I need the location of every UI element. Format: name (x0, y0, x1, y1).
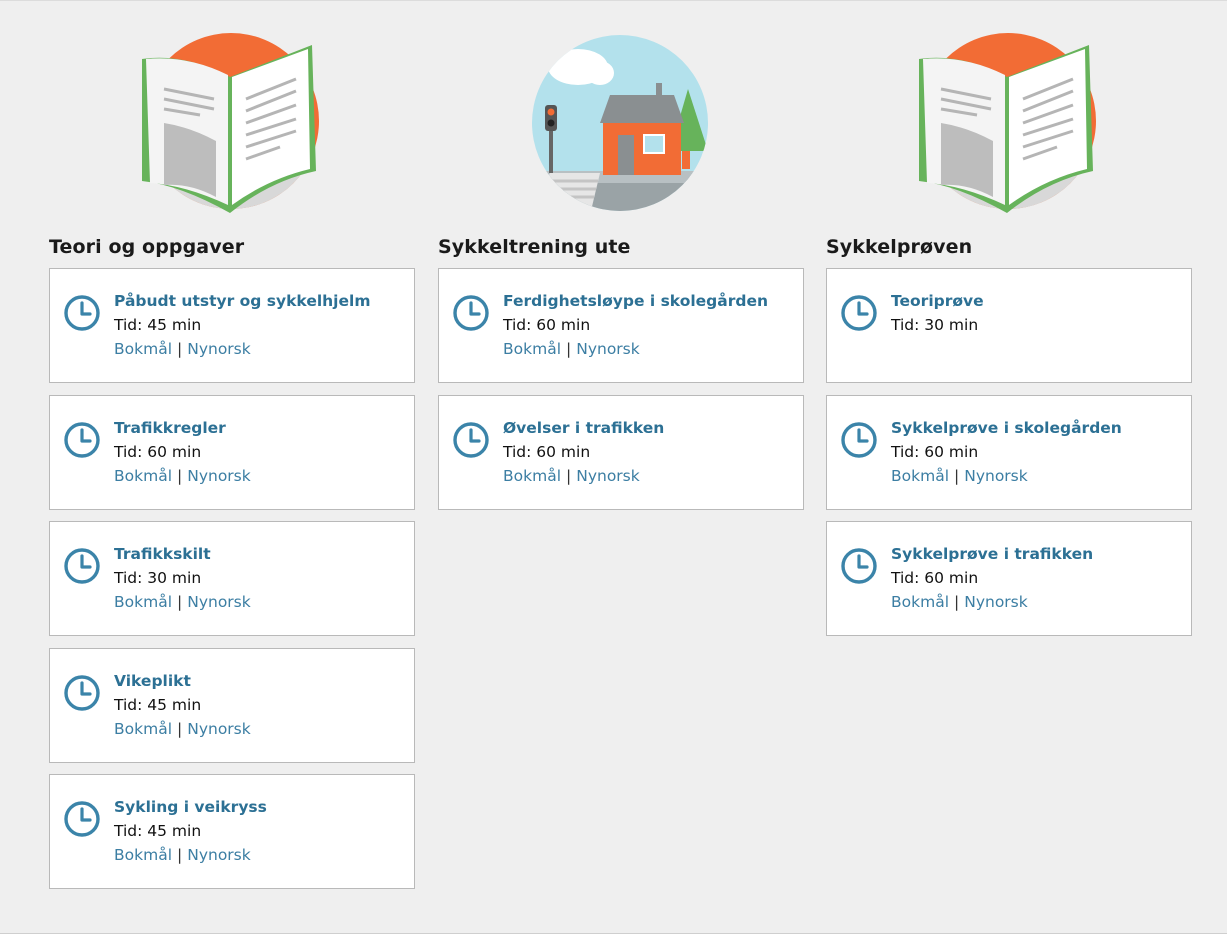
language-link-nynorsk[interactable]: Nynorsk (187, 467, 251, 485)
separator: | (177, 593, 183, 611)
card-text: Sykkelprøve i trafikken Tid: 60 min Bokmål… (891, 542, 1183, 615)
clock-icon (63, 547, 101, 585)
language-links: Bokmål | Nynorsk (891, 464, 1183, 489)
duration-label: Tid: 60 min (114, 442, 202, 461)
card-text: Påbudt utstyr og sykkelhjelm Tid: 45 min B… (114, 289, 406, 362)
activity-title-link[interactable]: Trafikkskilt (114, 542, 406, 566)
clock-icon (63, 421, 101, 459)
duration-label: Tid: 45 min (114, 822, 202, 840)
language-link-bokmal[interactable]: Bokmål (114, 593, 172, 611)
separator: | (177, 846, 183, 864)
separator: | (566, 340, 572, 358)
activity-card: Vikeplikt Tid: 45 min Bokmål | Nynorsk (49, 647, 415, 763)
language-link-nynorsk[interactable]: Nynorsk (964, 467, 1028, 485)
card-text: Vikeplikt Tid: 45 min Bokmål | Nynorsk (114, 669, 406, 742)
card-text: Ferdighetsløype i skolegården Tid: 60 min… (503, 289, 795, 362)
newspaper-illustration (140, 33, 320, 215)
card-text: Sykling i veikryss Tid: 45 min Bokmål | Nyno… (114, 795, 406, 868)
activity-card: Ferdighetsløype i skolegården Tid: 60 min… (438, 268, 804, 383)
clock-icon (840, 547, 878, 585)
house-street-illustration (530, 33, 710, 215)
card-list: Ferdighetsløype i skolegården Tid: 60 min… (438, 268, 804, 521)
separator: | (177, 340, 183, 358)
activity-card: Påbudt utstyr og sykkelhjelm Tid: 45 min B… (49, 268, 415, 383)
activity-card: Øvelser i trafikken Tid: 60 min Bokmål | Nyn… (438, 394, 804, 510)
clock-icon (63, 294, 101, 332)
newspaper-illustration (917, 33, 1097, 215)
language-links: Bokmål | Nynorsk (503, 337, 795, 362)
separator: | (177, 466, 183, 485)
clock-icon (452, 421, 490, 459)
activity-title-link[interactable]: Vikeplikt (114, 669, 406, 693)
language-link-bokmal[interactable]: Bokmål (114, 846, 172, 864)
activity-card: Sykling i veikryss Tid: 45 min Bokmål | Nyno… (49, 774, 415, 889)
language-links: Bokmål | Nynorsk (114, 337, 406, 362)
language-link-nynorsk[interactable]: Nynorsk (576, 467, 640, 485)
section-heading: Sykkelprøven (826, 236, 973, 258)
duration-label: Tid: 45 min (114, 695, 202, 714)
section-heading: Sykkeltrening ute (438, 236, 631, 258)
card-text: Trafikkskilt Tid: 30 min Bokmål | Nynorsk (114, 542, 406, 615)
duration-label: Tid: 30 min (891, 316, 979, 334)
clock-icon (840, 294, 878, 332)
language-links: Bokmål | Nynorsk (503, 464, 795, 489)
card-text: Trafikkregler Tid: 60 min Bokmål | Nynorsk (114, 416, 406, 489)
activity-title-link[interactable]: Sykkelprøve i trafikken (891, 542, 1183, 566)
clock-icon (63, 674, 101, 712)
clock-icon (63, 800, 101, 838)
separator: | (177, 719, 183, 738)
activity-title-link[interactable]: Teoriprøve (891, 289, 1183, 313)
language-link-nynorsk[interactable]: Nynorsk (187, 846, 251, 864)
duration-label: Tid: 60 min (503, 442, 591, 461)
card-list: Påbudt utstyr og sykkelhjelm Tid: 45 min B… (49, 268, 415, 901)
language-link-bokmal[interactable]: Bokmål (891, 467, 949, 485)
activity-title-link[interactable]: Påbudt utstyr og sykkelhjelm (114, 289, 406, 313)
activity-title-link[interactable]: Sykkelprøve i skolegården (891, 416, 1183, 440)
activity-title-link[interactable]: Trafikkregler (114, 416, 406, 440)
language-link-nynorsk[interactable]: Nynorsk (187, 720, 251, 738)
activity-card: Trafikkskilt Tid: 30 min Bokmål | Nynorsk (49, 521, 415, 636)
language-link-bokmal[interactable]: Bokmål (503, 467, 561, 485)
activity-title-link[interactable]: Ferdighetsløype i skolegården (503, 289, 795, 313)
duration-label: Tid: 45 min (114, 316, 202, 334)
card-text: Teoriprøve Tid: 30 min (891, 289, 1183, 337)
language-link-bokmal[interactable]: Bokmål (891, 593, 949, 611)
activity-card: Teoriprøve Tid: 30 min (826, 268, 1192, 383)
activity-title-link[interactable]: Øvelser i trafikken (503, 416, 795, 440)
clock-icon (452, 294, 490, 332)
language-link-bokmal[interactable]: Bokmål (503, 340, 561, 358)
clock-icon (840, 421, 878, 459)
separator: | (954, 466, 960, 485)
language-links: Bokmål | Nynorsk (114, 843, 406, 868)
language-link-nynorsk[interactable]: Nynorsk (964, 593, 1028, 611)
activity-title-link[interactable]: Sykling i veikryss (114, 795, 406, 819)
duration-label: Tid: 60 min (503, 316, 591, 334)
language-link-nynorsk[interactable]: Nynorsk (187, 593, 251, 611)
separator: | (954, 593, 960, 611)
duration-label: Tid: 60 min (891, 442, 979, 461)
card-text: Øvelser i trafikken Tid: 60 min Bokmål | Nyn… (503, 416, 795, 489)
separator: | (566, 466, 572, 485)
duration-label: Tid: 60 min (891, 569, 979, 587)
section-heading: Teori og oppgaver (49, 236, 245, 258)
language-links: Bokmål | Nynorsk (114, 590, 406, 615)
card-text: Sykkelprøve i skolegården Tid: 60 min Bokm… (891, 416, 1183, 489)
activity-card: Sykkelprøve i trafikken Tid: 60 min Bokmål… (826, 521, 1192, 636)
language-link-nynorsk[interactable]: Nynorsk (187, 340, 251, 358)
activity-card: Trafikkregler Tid: 60 min Bokmål | Nynorsk (49, 394, 415, 510)
language-link-bokmal[interactable]: Bokmål (114, 340, 172, 358)
language-links: Bokmål | Nynorsk (114, 464, 406, 489)
card-list: Teoriprøve Tid: 30 min Sykkelprøve i skole… (826, 268, 1192, 648)
language-link-bokmal[interactable]: Bokmål (114, 720, 172, 738)
duration-label: Tid: 30 min (114, 569, 202, 587)
language-links: Bokmål | Nynorsk (114, 717, 406, 742)
activity-card: Sykkelprøve i skolegården Tid: 60 min Bokm… (826, 394, 1192, 510)
language-links: Bokmål | Nynorsk (891, 590, 1183, 615)
language-link-nynorsk[interactable]: Nynorsk (576, 340, 640, 358)
language-link-bokmal[interactable]: Bokmål (114, 467, 172, 485)
